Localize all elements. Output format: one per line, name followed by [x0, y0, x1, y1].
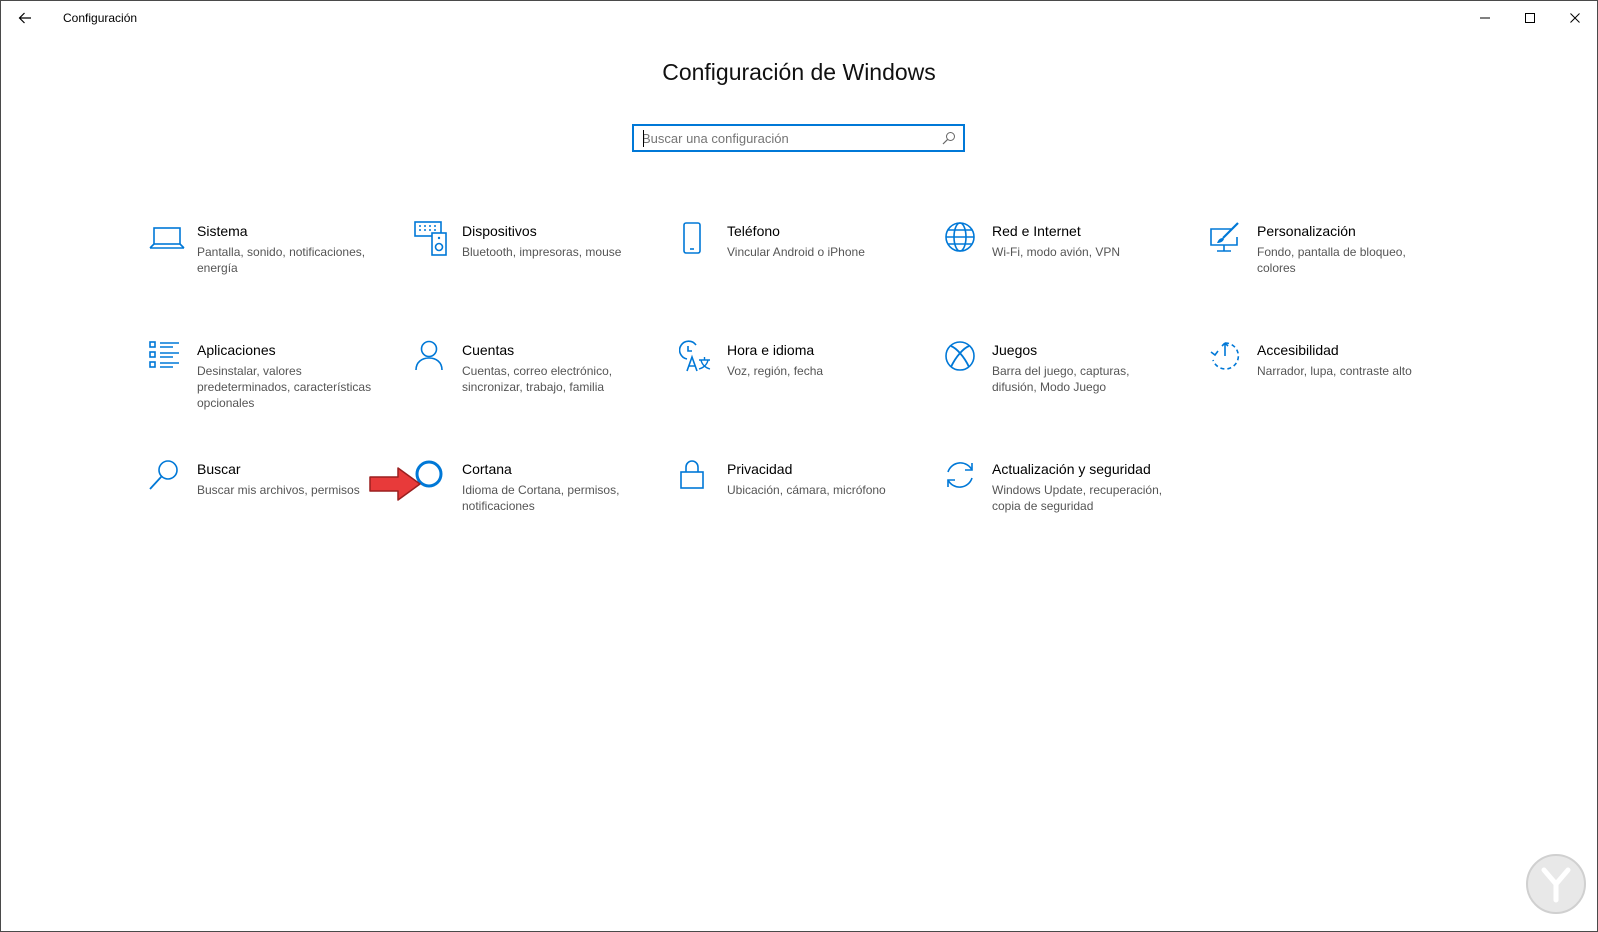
tile-title: Buscar — [197, 461, 241, 477]
search-icon[interactable] — [941, 130, 957, 146]
tile-title: Actualización y seguridad — [992, 461, 1151, 477]
tile-title: Accesibilidad — [1257, 342, 1339, 358]
category-buscar[interactable]: Buscar Buscar mis archivos, permisos — [149, 459, 399, 559]
tile-description: Wi-Fi, modo avión, VPN — [992, 245, 1121, 259]
keyboard-speaker-icon — [414, 221, 447, 256]
category-dispositivos[interactable]: Dispositivos Bluetooth, impresoras, mous… — [414, 221, 664, 321]
magnifier-icon — [149, 460, 178, 490]
tile-description: Narrador, lupa, contraste alto — [1257, 364, 1412, 378]
category-telefono[interactable]: Teléfono Vincular Android o iPhone — [679, 221, 929, 321]
tile-description: Bluetooth, impresoras, mouse — [462, 245, 622, 259]
tile-title: Privacidad — [727, 461, 793, 477]
tile-description: Barra del juego, capturas, difusión, Mod… — [992, 364, 1130, 394]
close-icon — [1570, 13, 1580, 23]
search-box[interactable] — [632, 124, 965, 152]
page-title: Configuración de Windows — [662, 59, 936, 85]
paint-brush-icon — [1210, 222, 1239, 252]
watermark-logo-icon — [1526, 854, 1586, 914]
globe-icon — [945, 222, 975, 252]
tile-title: Sistema — [197, 223, 248, 239]
xbox-icon — [945, 341, 975, 371]
person-icon — [415, 340, 443, 371]
laptop-icon — [149, 227, 185, 249]
maximize-button[interactable] — [1507, 1, 1553, 35]
arrow-left-icon — [18, 12, 31, 24]
category-actualizacion-seguridad[interactable]: Actualización y seguridad Windows Update… — [944, 459, 1194, 559]
tile-title: Juegos — [992, 342, 1038, 358]
tile-description: Desinstalar, valores predeterminados, ca… — [197, 364, 372, 410]
tile-description: Windows Update, recuperación, copia de s… — [992, 483, 1163, 513]
tile-description: Vincular Android o iPhone — [727, 245, 865, 259]
tile-title: Red e Internet — [992, 223, 1081, 239]
tile-title: Hora e idioma — [727, 342, 815, 358]
tile-description: Idioma de Cortana, permisos, notificacio… — [462, 483, 620, 513]
category-personalizacion[interactable]: Personalización Fondo, pantalla de bloqu… — [1209, 221, 1459, 321]
red-arrow-icon — [369, 467, 421, 501]
maximize-icon — [1525, 13, 1535, 23]
close-button[interactable] — [1552, 1, 1598, 35]
category-accesibilidad[interactable]: Accesibilidad Narrador, lupa, contraste … — [1209, 340, 1459, 440]
tile-description: Buscar mis archivos, permisos — [197, 483, 360, 497]
category-hora-idioma[interactable]: Hora e idioma Voz, región, fecha — [679, 340, 929, 440]
tile-title: Teléfono — [727, 223, 780, 239]
back-button[interactable] — [1, 1, 49, 35]
tile-description: Cuentas, correo electrónico, sincronizar… — [462, 364, 613, 394]
minimize-button[interactable] — [1462, 1, 1508, 35]
tile-title: Personalización — [1257, 223, 1356, 239]
app-title: Configuración — [63, 11, 138, 25]
apps-list-icon — [149, 341, 179, 368]
text-caret — [643, 130, 644, 147]
sync-arrows-icon — [947, 462, 973, 488]
tile-description: Fondo, pantalla de bloqueo, colores — [1257, 245, 1406, 275]
accessibility-icon — [1210, 342, 1240, 370]
category-cortana[interactable]: Cortana Idioma de Cortana, permisos, not… — [414, 459, 664, 559]
phone-icon — [683, 222, 701, 254]
category-privacidad[interactable]: Privacidad Ubicación, cámara, micrófono — [679, 459, 929, 559]
category-juegos[interactable]: Juegos Barra del juego, capturas, difusi… — [944, 340, 1194, 440]
category-cuentas[interactable]: Cuentas Cuentas, correo electrónico, sin… — [414, 340, 664, 440]
time-language-icon — [679, 340, 711, 372]
tile-description: Pantalla, sonido, notificaciones, energí… — [197, 245, 366, 275]
padlock-icon — [680, 460, 704, 489]
tile-description: Ubicación, cámara, micrófono — [727, 483, 886, 497]
title-bar: Configuración — [1, 1, 1597, 35]
search-input[interactable] — [642, 128, 932, 148]
tile-title: Cuentas — [462, 342, 515, 358]
minimize-icon — [1480, 17, 1490, 19]
settings-window: Configuración Configuración de Windows B… — [0, 0, 1598, 932]
tile-description: Voz, región, fecha — [727, 364, 824, 378]
tile-title: Cortana — [462, 461, 512, 477]
category-sistema[interactable]: Sistema Pantalla, sonido, notificaciones… — [149, 221, 399, 321]
tile-title: Dispositivos — [462, 223, 537, 239]
tile-title: Aplicaciones — [197, 342, 276, 358]
category-red-internet[interactable]: Red e Internet Wi-Fi, modo avión, VPN — [944, 221, 1194, 321]
category-aplicaciones[interactable]: Aplicaciones Desinstalar, valores predet… — [149, 340, 399, 440]
